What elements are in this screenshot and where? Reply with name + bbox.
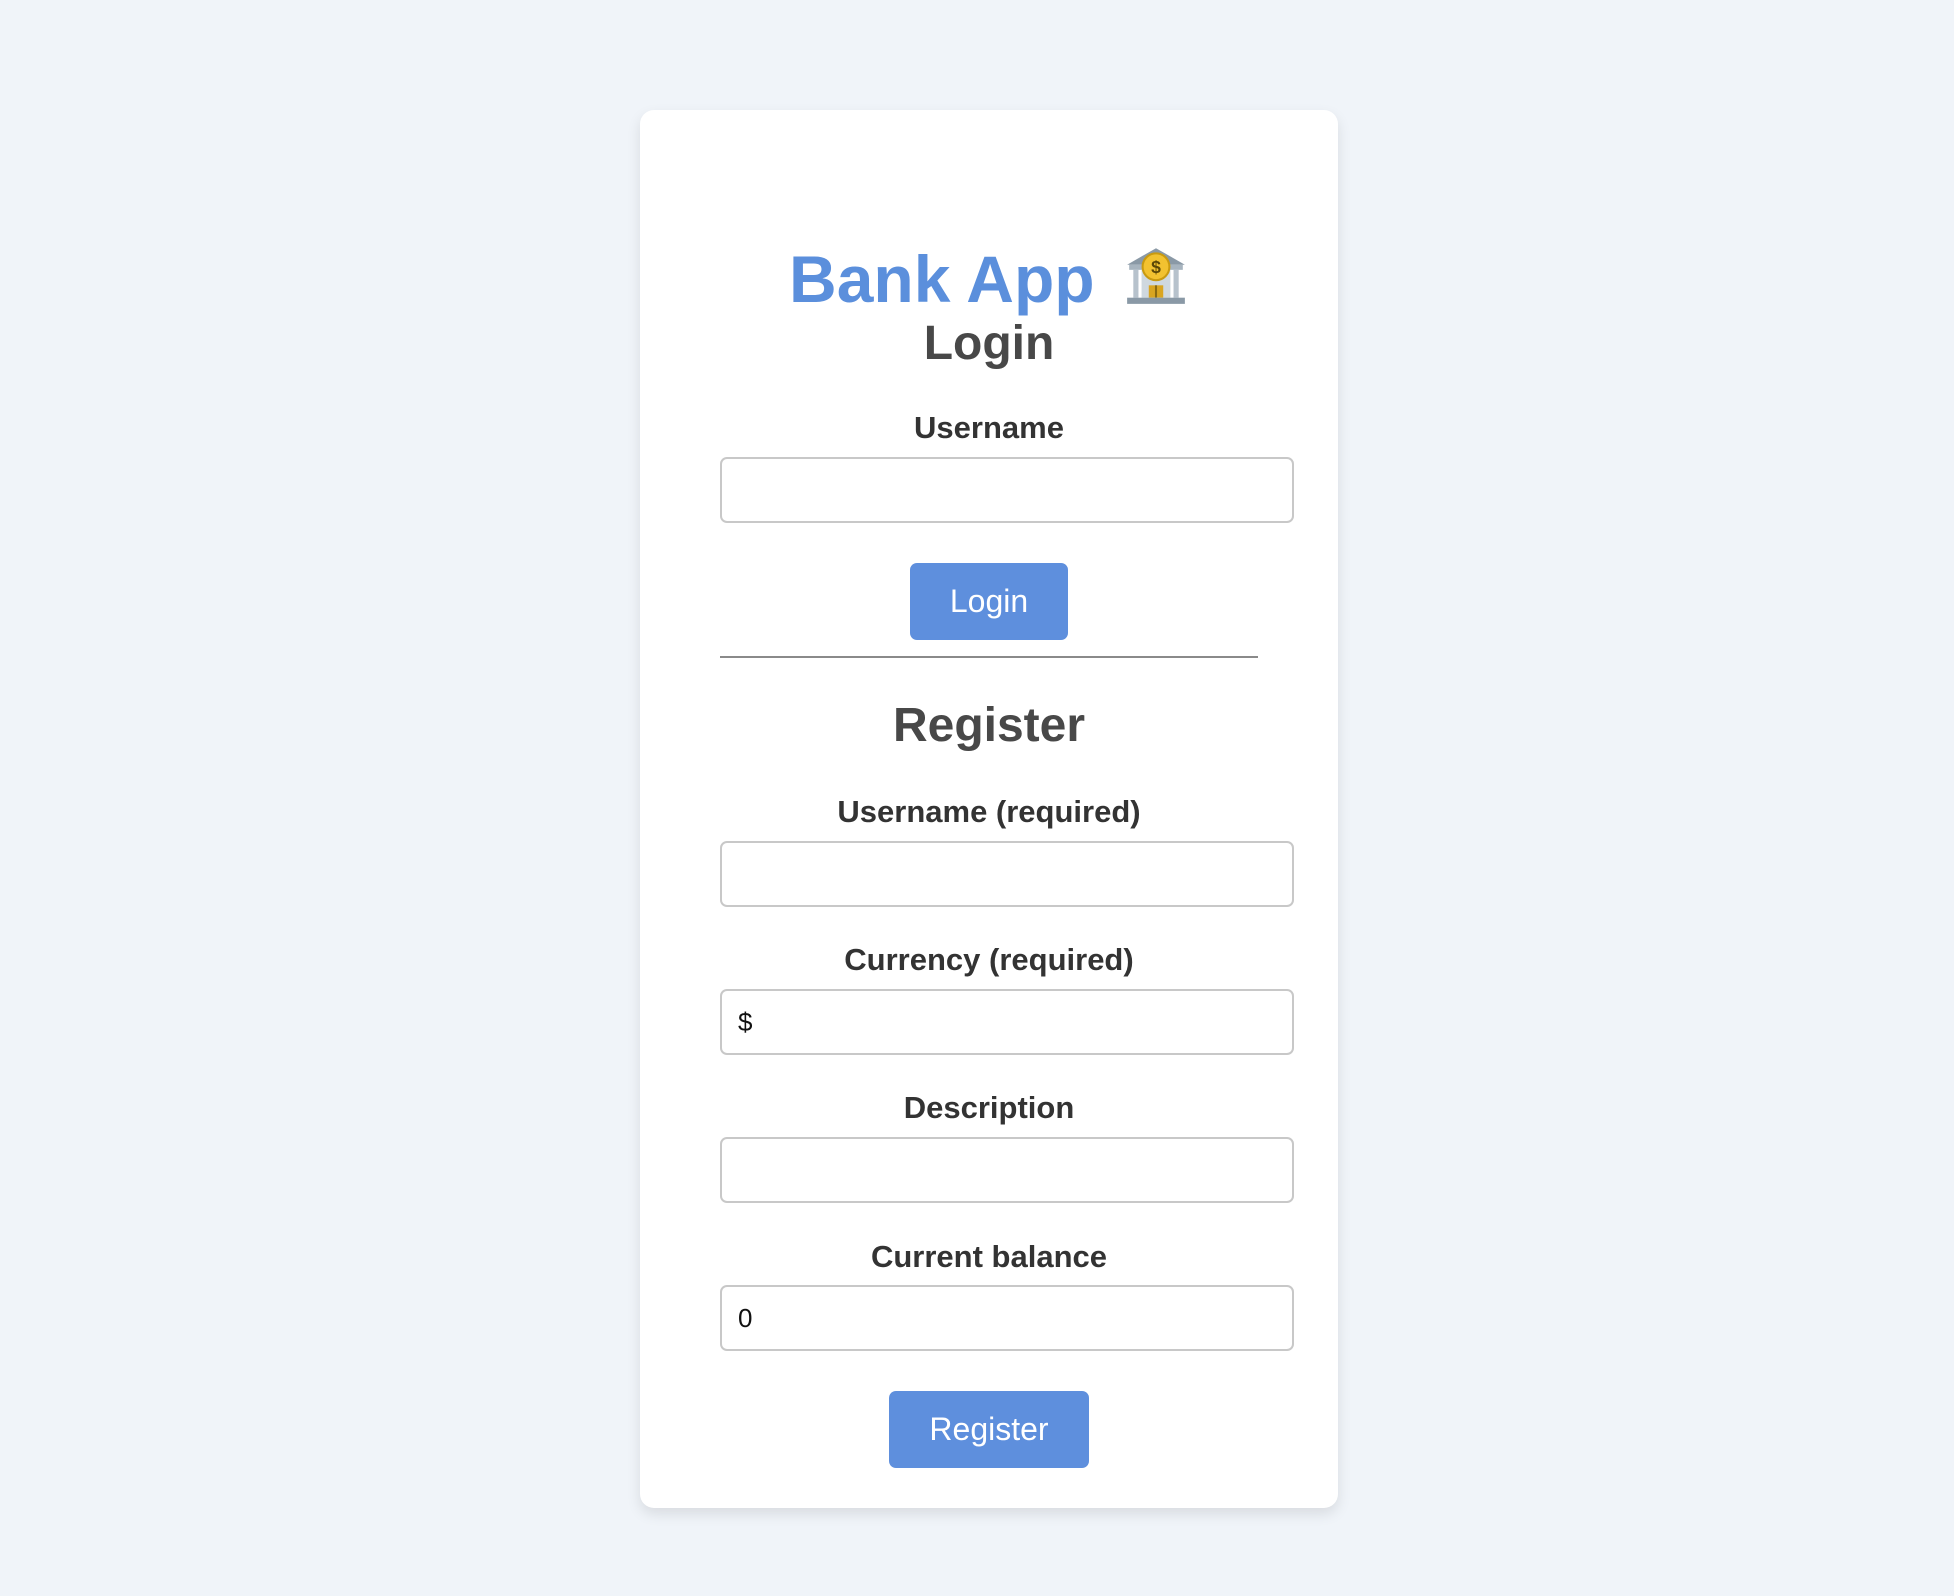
register-heading: Register <box>892 699 1086 752</box>
app-title-text: Bank App <box>789 242 1095 317</box>
register-username-input[interactable] <box>720 841 1294 907</box>
login-button[interactable]: Login <box>910 563 1068 640</box>
bank-icon: $ <box>1127 248 1185 305</box>
description-label: Description <box>903 1090 1075 1125</box>
app-title: Bank App $ <box>0 234 1954 324</box>
register-username-label: Username (required) <box>837 794 1141 829</box>
svg-text:$: $ <box>1151 257 1161 277</box>
description-input[interactable] <box>720 1137 1294 1203</box>
currency-input[interactable] <box>720 989 1294 1055</box>
login-username-input[interactable] <box>720 457 1294 523</box>
balance-label: Current balance <box>870 1239 1107 1274</box>
login-username-label: Username <box>914 410 1064 445</box>
register-button[interactable]: Register <box>889 1391 1089 1468</box>
section-divider <box>720 656 1258 658</box>
login-heading: Login <box>923 317 1055 370</box>
balance-input[interactable] <box>720 1285 1294 1351</box>
currency-label: Currency (required) <box>844 942 1134 977</box>
